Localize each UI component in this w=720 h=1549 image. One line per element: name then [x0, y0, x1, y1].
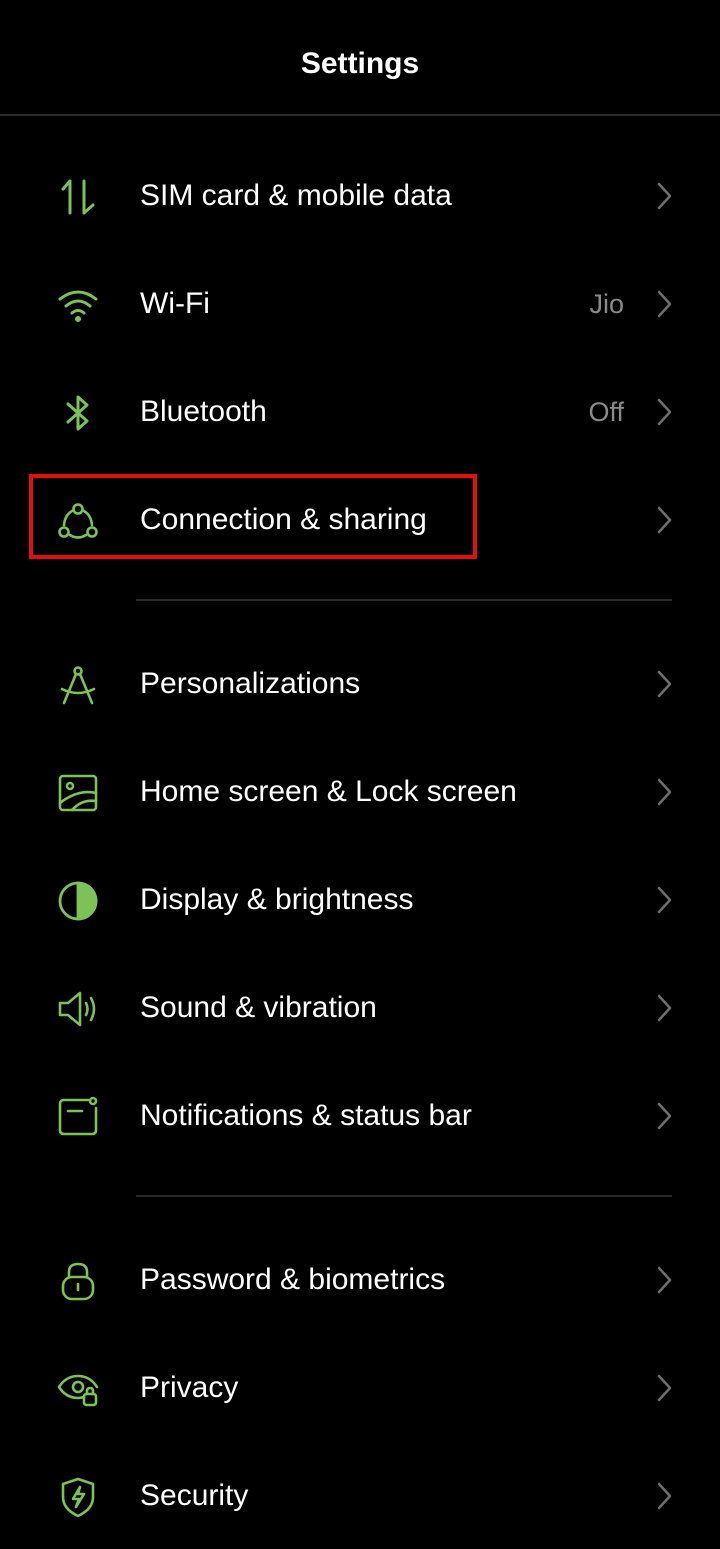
settings-item-label: Security [140, 1479, 249, 1512]
settings-item-label: Bluetooth [140, 395, 267, 428]
settings-item-label: Privacy [140, 1371, 239, 1404]
mobile-data-arrows-icon [56, 175, 100, 219]
notification-panel-icon [56, 1095, 100, 1139]
settings-item-value: Off [588, 397, 624, 427]
settings-item-value: Jio [589, 289, 624, 319]
highlight-box [29, 474, 477, 559]
chevron-right-icon [652, 285, 676, 323]
chevron-right-icon [652, 1261, 676, 1299]
wallpaper-icon [56, 771, 100, 815]
shield-bolt-icon [56, 1475, 100, 1519]
chevron-right-icon [652, 989, 676, 1027]
chevron-right-icon [652, 501, 676, 539]
speaker-icon [56, 987, 100, 1031]
settings-item-privacy[interactable]: Privacy [0, 1333, 720, 1441]
settings-item-label: Password & biometrics [140, 1263, 446, 1296]
settings-item-personalizations[interactable]: Personalizations [0, 629, 720, 737]
chevron-right-icon [652, 1097, 676, 1135]
settings-item-password-biometrics[interactable]: Password & biometrics [0, 1225, 720, 1333]
settings-item-label: SIM card & mobile data [140, 179, 452, 212]
brightness-half-circle-icon [56, 879, 100, 923]
settings-item-label: Personalizations [140, 667, 361, 700]
chevron-right-icon [652, 773, 676, 811]
settings-item-label: Notifications & status bar [140, 1099, 472, 1132]
compass-drawing-icon [56, 663, 100, 707]
bluetooth-icon [56, 391, 100, 435]
chevron-right-icon [652, 881, 676, 919]
settings-item-sim-card-mobile-data[interactable]: SIM card & mobile data [0, 141, 720, 249]
settings-item-bluetooth[interactable]: Bluetooth Off [0, 357, 720, 465]
header-bar: Settings [0, 0, 720, 116]
settings-item-label: Home screen & Lock screen [140, 775, 517, 808]
lock-icon [56, 1259, 100, 1303]
chevron-right-icon [652, 1369, 676, 1407]
divider [136, 599, 672, 601]
settings-item-label: Wi-Fi [140, 287, 210, 320]
chevron-right-icon [652, 1477, 676, 1515]
chevron-right-icon [652, 665, 676, 703]
privacy-eye-lock-icon [56, 1367, 100, 1411]
settings-item-label: Sound & vibration [140, 991, 377, 1024]
settings-item-wifi[interactable]: Wi-Fi Jio [0, 249, 720, 357]
settings-item-security[interactable]: Security [0, 1441, 720, 1549]
page-title: Settings [300, 47, 420, 80]
settings-item-home-lock-screen[interactable]: Home screen & Lock screen [0, 737, 720, 845]
chevron-right-icon [652, 177, 676, 215]
divider [136, 1195, 672, 1197]
settings-item-sound-vibration[interactable]: Sound & vibration [0, 953, 720, 1061]
settings-item-display-brightness[interactable]: Display & brightness [0, 845, 720, 953]
wifi-icon [56, 283, 100, 327]
settings-item-label: Display & brightness [140, 883, 414, 916]
settings-item-notifications-status-bar[interactable]: Notifications & status bar [0, 1061, 720, 1169]
chevron-right-icon [652, 393, 676, 431]
